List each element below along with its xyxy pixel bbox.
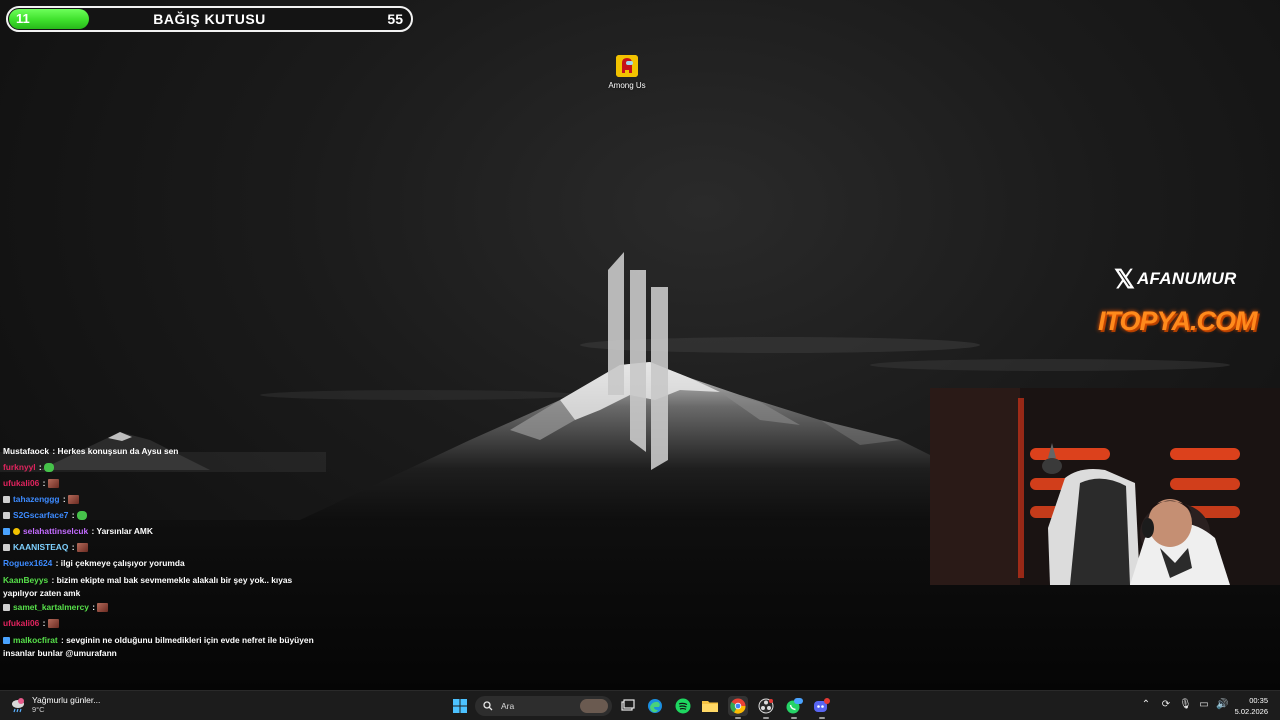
search-highlight-icon: [580, 699, 608, 713]
chat-username[interactable]: Mustafaock: [3, 446, 49, 456]
obs-icon[interactable]: [756, 696, 776, 719]
sponsor-logo: ITOPYA.COM: [1098, 306, 1258, 336]
donation-title: BAĞIŞ KUTUSU: [153, 11, 266, 27]
microphone-icon[interactable]: 🎙: [1179, 699, 1192, 711]
chat-username[interactable]: furknyyl: [3, 462, 36, 472]
taskbar-clock[interactable]: 00:35 5.02.2026: [1235, 695, 1268, 717]
taskbar-search[interactable]: Ara: [475, 696, 612, 716]
discord-icon[interactable]: [812, 696, 832, 719]
x-handle: AFANUMUR: [1136, 269, 1237, 288]
chat-message: KaanBeyys : bizim ekipte mal bak sevmeme…: [3, 574, 323, 600]
chat-text: :: [36, 462, 45, 472]
chat-username[interactable]: ufukali06: [3, 478, 39, 488]
clock-time: 00:35: [1249, 696, 1268, 705]
chat-message: malkocfirat : sevginin ne olduğunu bilme…: [3, 634, 323, 660]
green-blob-emote-icon: [76, 511, 87, 520]
chat-username[interactable]: Roguex1624: [3, 558, 52, 568]
chat-text: :: [40, 478, 48, 488]
windows-start-icon[interactable]: [450, 696, 470, 716]
chat-badge-icon: [3, 496, 10, 503]
chat-message: tahazenggg :: [3, 494, 323, 504]
chat-text: : Yarsınlar AMK: [89, 526, 153, 536]
chat-badge-icon: [13, 528, 20, 535]
chat-username[interactable]: ufukali06: [3, 618, 39, 628]
sync-icon[interactable]: ⟳: [1160, 699, 1172, 711]
chat-text: :: [89, 602, 98, 612]
chat-message: ufukali06 :: [3, 478, 323, 488]
search-icon: [483, 701, 493, 711]
chat-message: selahattinselcuk : Yarsınlar AMK: [3, 526, 323, 536]
clock-date: 5.02.2026: [1234, 707, 1268, 716]
leaf-emote-icon: [44, 463, 55, 472]
weather-temp: 9°C: [32, 705, 45, 714]
chat-message: Mustafaock : Herkes konuşsun da Aysu sen: [3, 446, 323, 456]
windows-taskbar: Yağmurlu günler... 9°C Ara ⌃ ⟳ 🎙 ▭ 🔊 00:…: [0, 690, 1280, 720]
chat-username[interactable]: malkocfirat: [13, 635, 58, 645]
chat-username[interactable]: samet_kartalmercy: [13, 602, 89, 612]
chat-badge-icon: [3, 604, 10, 611]
file-explorer-icon[interactable]: [700, 696, 720, 716]
chat-badge-icon: [3, 637, 10, 644]
face-emote-icon: [97, 603, 109, 612]
chat-username[interactable]: S2Gscarface7: [13, 510, 68, 520]
face-emote-icon: [47, 479, 59, 488]
desktop-shortcut-label: Among Us: [608, 81, 646, 90]
task-view-icon[interactable]: [618, 696, 638, 716]
among-us-icon: [616, 55, 638, 77]
whatsapp-icon[interactable]: [784, 696, 804, 719]
chrome-icon[interactable]: [728, 696, 748, 719]
weather-widget[interactable]: Yağmurlu günler... 9°C: [10, 695, 100, 714]
chat-username[interactable]: KaanBeyys: [3, 575, 48, 585]
edge-icon[interactable]: [645, 696, 665, 716]
chat-text: :: [60, 494, 68, 504]
chat-text: : Herkes konuşsun da Aysu sen: [50, 446, 179, 456]
chat-username[interactable]: KAANISTEAQ: [13, 542, 68, 552]
search-placeholder: Ara: [501, 701, 515, 711]
chat-message: S2Gscarface7 :: [3, 510, 323, 520]
face-emote-icon: [67, 495, 79, 504]
desktop-shortcut-among-us[interactable]: Among Us: [604, 55, 650, 90]
face-emote-icon: [76, 543, 88, 552]
chat-username[interactable]: tahazenggg: [13, 494, 60, 504]
chat-message: ufukali06 :: [3, 618, 323, 628]
donation-goal-amount: 55: [387, 11, 403, 27]
chat-text: :: [69, 510, 77, 520]
chat-text: :: [69, 542, 77, 552]
rain-cloud-icon: [10, 697, 26, 713]
face-emote-icon: [47, 619, 59, 628]
chat-badge-icon: [3, 544, 10, 551]
spotify-icon[interactable]: [673, 696, 693, 716]
chat-badge-icon: [3, 528, 10, 535]
chat-message: samet_kartalmercy :: [3, 602, 323, 612]
chat-message: KAANISTEAQ :: [3, 542, 323, 552]
chat-username[interactable]: selahattinselcuk: [23, 526, 88, 536]
chat-message: Roguex1624 : ilgi çekmeye çalışıyor yoru…: [3, 558, 323, 568]
network-icon[interactable]: ▭: [1198, 699, 1210, 711]
x-social-overlay: 𝕏 AFANUMUR: [1114, 266, 1237, 292]
stream-chat: Mustafaock : Herkes konuşsun da Aysu sen…: [0, 444, 326, 674]
webcam-feed: [930, 388, 1280, 585]
volume-icon[interactable]: 🔊: [1216, 699, 1228, 711]
chat-text: : ilgi çekmeye çalışıyor yorumda: [53, 558, 185, 568]
chat-badge-icon: [3, 512, 10, 519]
chat-text: :: [40, 618, 48, 628]
chevron-up-icon[interactable]: ⌃: [1140, 699, 1152, 711]
donation-goal-bar: 11 BAĞIŞ KUTUSU 55: [6, 6, 413, 32]
weather-label: Yağmurlu günler...: [32, 695, 101, 705]
chat-message: furknyyl :: [3, 462, 323, 472]
x-logo-icon: 𝕏: [1114, 264, 1135, 294]
